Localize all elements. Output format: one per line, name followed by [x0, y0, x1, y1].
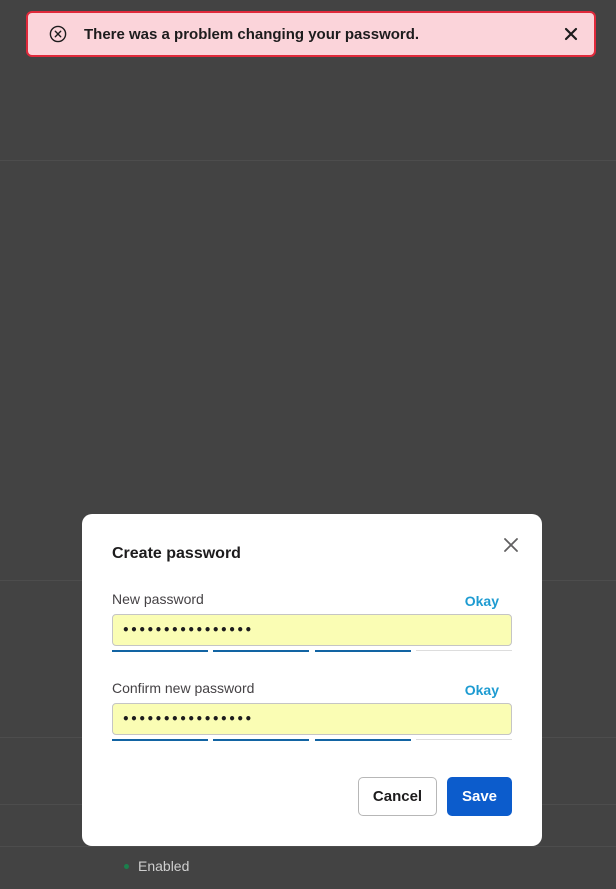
save-button[interactable]: Save	[447, 777, 512, 816]
new-password-strength: Okay	[464, 593, 499, 609]
background-divider	[0, 846, 616, 847]
modal-title: Create password	[112, 545, 241, 562]
background-divider	[0, 160, 616, 161]
background-status: Enabled	[124, 858, 189, 874]
new-password-strength-meter	[112, 650, 512, 652]
background-status-text: Enabled	[138, 858, 190, 874]
close-icon[interactable]	[563, 26, 579, 42]
new-password-label: New password	[112, 591, 204, 607]
confirm-password-strength: Okay	[464, 682, 499, 698]
cancel-button[interactable]: Cancel	[358, 777, 437, 816]
toast-message: There was a problem changing your passwo…	[84, 25, 420, 43]
strength-segment	[112, 650, 208, 652]
strength-segment	[416, 739, 512, 740]
confirm-password-strength-meter	[112, 739, 512, 741]
strength-segment	[112, 739, 208, 741]
confirm-password-label: Confirm new password	[112, 680, 255, 696]
new-password-input[interactable]	[112, 614, 512, 646]
strength-segment	[315, 650, 411, 652]
strength-segment	[315, 739, 411, 741]
error-circle-icon	[49, 25, 67, 43]
strength-segment	[213, 650, 309, 652]
status-dot	[124, 863, 129, 869]
close-icon[interactable]	[503, 537, 519, 553]
strength-segment	[213, 739, 309, 741]
strength-segment	[416, 650, 512, 651]
confirm-password-input[interactable]	[112, 703, 512, 735]
error-toast: There was a problem changing your passwo…	[26, 11, 596, 57]
create-password-modal: Create password New password Okay Confir…	[82, 514, 542, 846]
